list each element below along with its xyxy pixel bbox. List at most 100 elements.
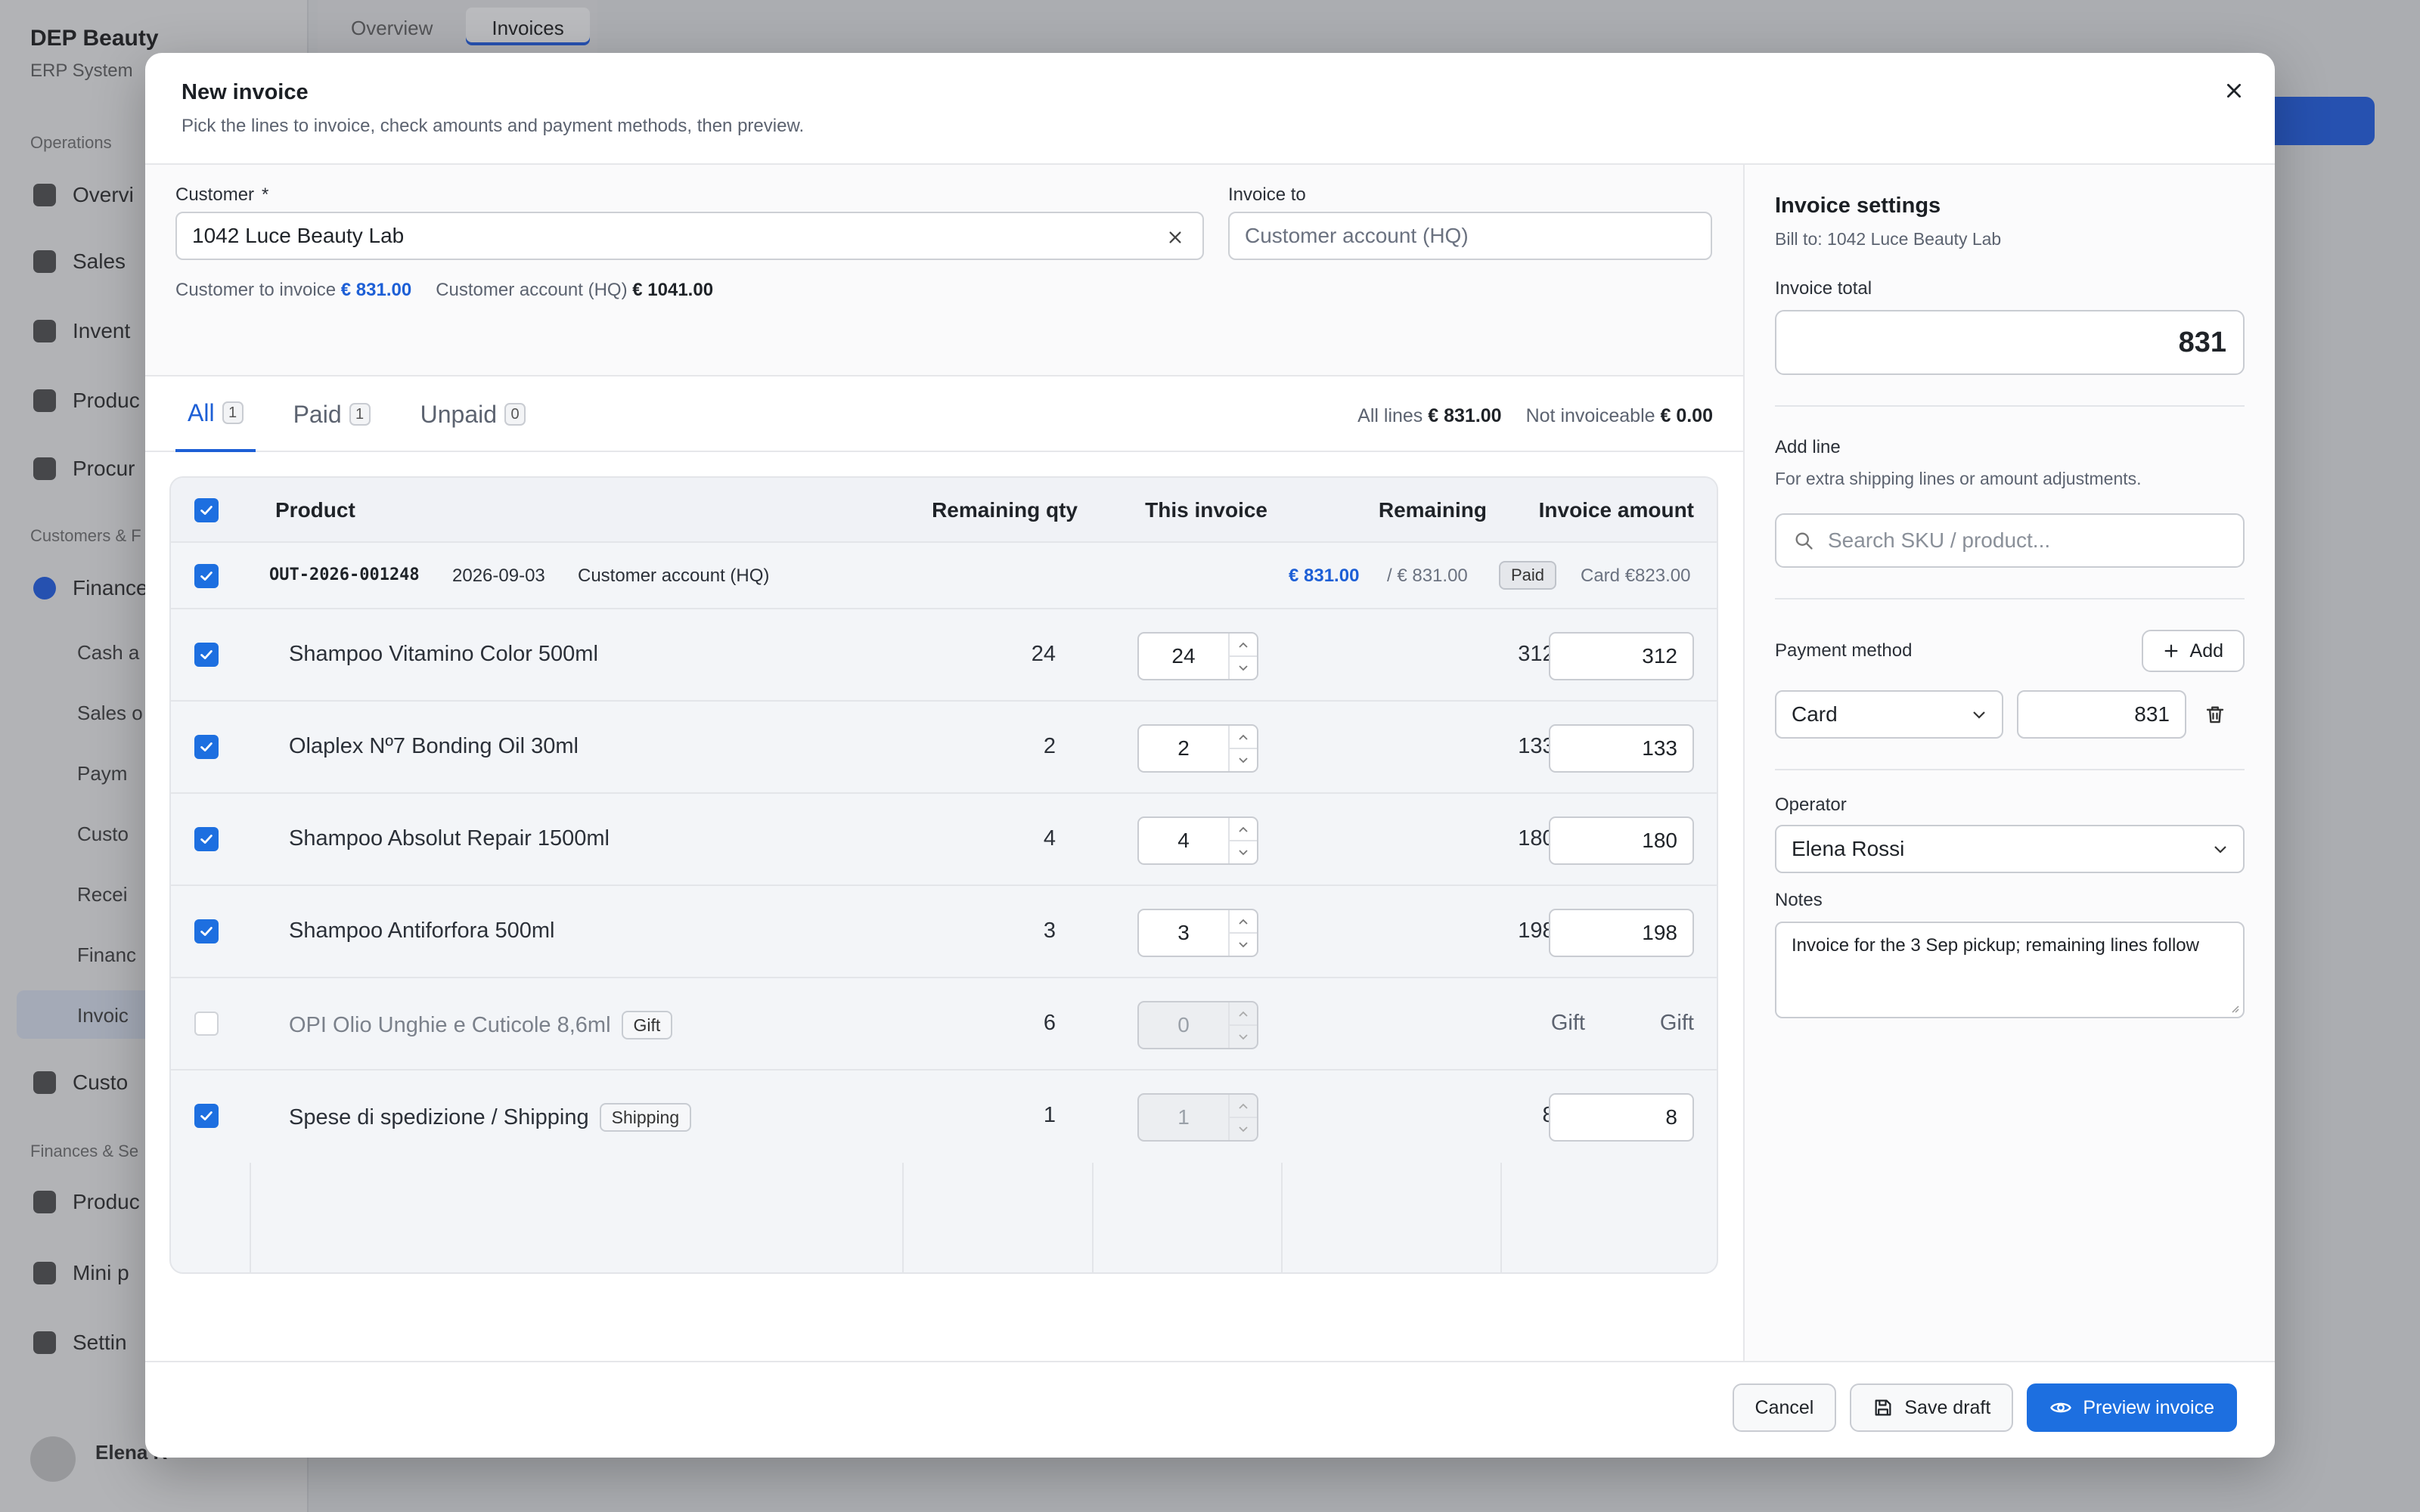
resize-grip-icon[interactable]	[2228, 1002, 2240, 1014]
product-name: Shampoo Absolut Repair 1500ml	[289, 826, 610, 851]
invoice-amount-input[interactable]: 8	[1549, 1093, 1694, 1142]
table-row: Shampoo Absolut Repair 1500ml 4 4 180.00…	[171, 794, 1717, 886]
lines-summary: All lines € 831.00 Not invoiceable € 0.0…	[1357, 405, 1713, 427]
order-number[interactable]: OUT-2026-001248	[269, 565, 420, 584]
customer-section: Customer * 1042 Luce Beauty Lab Invoice t…	[145, 165, 1743, 376]
divider	[1775, 405, 2245, 407]
status-badge: Paid	[1499, 561, 1557, 590]
product-label: Shampoo Vitamino Color 500ml	[289, 642, 598, 666]
save-draft-button[interactable]: Save draft	[1850, 1383, 2014, 1432]
chevron-down-icon	[2214, 846, 2226, 854]
all-lines-total: All lines € 831.00	[1357, 405, 1501, 427]
check-icon	[200, 742, 213, 751]
quantity-stepper[interactable]: 1	[1137, 1093, 1258, 1142]
payment-method-select[interactable]: Card	[1775, 690, 2003, 739]
balance-label: Customer to invoice	[175, 280, 337, 300]
chevron-down-icon[interactable]	[1230, 1117, 1257, 1140]
save-draft-label: Save draft	[1904, 1396, 1991, 1418]
chevron-down-icon	[1973, 711, 1985, 719]
tab-paid[interactable]: Paid 1	[281, 376, 383, 452]
chevron-down-icon[interactable]	[1230, 932, 1257, 956]
chevron-down-icon[interactable]	[1230, 655, 1257, 679]
remaining-qty: 6	[1043, 1011, 1056, 1035]
invoice-amount-input[interactable]: 312	[1549, 632, 1694, 680]
line-checkbox[interactable]	[194, 735, 219, 759]
chevron-down-icon[interactable]	[1230, 1024, 1257, 1048]
stepper-arrows	[1228, 1002, 1257, 1048]
invoice-to-label: Invoice to	[1228, 184, 1306, 205]
operator-value: Elena Rossi	[1792, 837, 1905, 860]
line-checkbox[interactable]	[194, 643, 219, 667]
order-invoice-amount: € 831.00	[1289, 565, 1360, 586]
product-search-input[interactable]: Search SKU / product...	[1775, 513, 2245, 568]
chevron-down-icon[interactable]	[1230, 840, 1257, 863]
check-icon	[200, 927, 213, 936]
quantity-value[interactable]: 24	[1139, 634, 1228, 679]
table-row: Olaplex Nº7 Bonding Oil 30ml 2 2 133.00 …	[171, 702, 1717, 794]
chevron-up-icon[interactable]	[1230, 726, 1257, 748]
customer-input[interactable]: 1042 Luce Beauty Lab	[175, 212, 1204, 260]
product-label: Shampoo Absolut Repair 1500ml	[289, 826, 610, 850]
quantity-value[interactable]: 1	[1139, 1095, 1228, 1140]
check-icon	[200, 572, 213, 581]
tab-all[interactable]: All 1	[175, 376, 256, 452]
customer-account-balance: Customer account (HQ) € 1041.00	[436, 280, 713, 301]
cancel-button[interactable]: Cancel	[1732, 1383, 1837, 1432]
chevron-up-icon[interactable]	[1230, 818, 1257, 840]
close-icon	[1169, 231, 1181, 243]
select-all-checkbox[interactable]	[194, 498, 219, 522]
payment-amount-input[interactable]: 831	[2017, 690, 2186, 739]
invoice-total-label: Invoice total	[1775, 278, 1872, 299]
quantity-stepper[interactable]: 24	[1137, 632, 1258, 680]
delete-payment-button[interactable]	[2200, 699, 2230, 730]
quantity-stepper[interactable]: 2	[1137, 724, 1258, 773]
invoice-amount-input[interactable]: 198	[1549, 909, 1694, 957]
invoice-to-input[interactable]: Customer account (HQ)	[1228, 212, 1712, 260]
line-checkbox[interactable]	[194, 1012, 219, 1036]
chevron-down-icon[interactable]	[1230, 748, 1257, 771]
tab-label: All	[188, 398, 215, 426]
tab-label: Unpaid	[420, 400, 498, 428]
chevron-up-icon[interactable]	[1230, 910, 1257, 932]
product-name: Olaplex Nº7 Bonding Oil 30ml	[289, 734, 579, 759]
preview-label: Preview invoice	[2083, 1396, 2214, 1418]
operator-label: Operator	[1775, 795, 1847, 815]
quantity-value[interactable]: 0	[1139, 1002, 1228, 1048]
operator-select[interactable]: Elena Rossi	[1775, 825, 2245, 873]
balance-amount: € 1041.00	[632, 280, 714, 300]
quantity-value[interactable]: 3	[1139, 910, 1228, 956]
line-checkbox[interactable]	[194, 827, 219, 851]
chevron-up-icon[interactable]	[1230, 1002, 1257, 1024]
invoice-settings-panel: Invoice settings Bill to: 1042 Luce Beau…	[1743, 165, 2275, 1361]
quantity-stepper[interactable]: 4	[1137, 816, 1258, 865]
stepper-arrows	[1228, 726, 1257, 771]
chevron-up-icon[interactable]	[1230, 634, 1257, 655]
quantity-stepper[interactable]: 0	[1137, 1001, 1258, 1049]
close-button[interactable]	[2214, 71, 2254, 110]
notes-textarea[interactable]: Invoice for the 3 Sep pickup; remaining …	[1775, 922, 2245, 1018]
chevron-up-icon[interactable]	[1230, 1095, 1257, 1117]
dialog-header: New invoice Pick the lines to invoice, c…	[145, 53, 2275, 165]
divider	[1775, 598, 2245, 600]
clear-customer-button[interactable]	[1162, 224, 1189, 251]
line-checkbox[interactable]	[194, 919, 219, 943]
line-checkbox[interactable]	[194, 1104, 219, 1128]
dialog-title: New invoice	[182, 80, 309, 104]
tab-list: All 1 Paid 1 Unpaid 0	[175, 376, 563, 452]
check-icon	[200, 506, 213, 515]
tab-unpaid[interactable]: Unpaid 0	[408, 376, 538, 452]
column-header-remaining: Remaining	[1378, 498, 1487, 522]
add-payment-button[interactable]: Add	[2141, 630, 2245, 672]
invoice-amount-input[interactable]: 180	[1549, 816, 1694, 865]
quantity-value[interactable]: 2	[1139, 726, 1228, 771]
order-checkbox[interactable]	[194, 564, 219, 588]
quantity-stepper[interactable]: 3	[1137, 909, 1258, 957]
preview-invoice-button[interactable]: Preview invoice	[2027, 1383, 2237, 1432]
table-row: Shampoo Antiforfora 500ml 3 3 198.00 198	[171, 886, 1717, 978]
summary-label: Not invoiceable	[1525, 405, 1655, 426]
quantity-value[interactable]: 4	[1139, 818, 1228, 863]
invoice-total-field[interactable]: 831	[1775, 310, 2245, 375]
invoice-amount-input[interactable]: 133	[1549, 724, 1694, 773]
stepper-arrows	[1228, 818, 1257, 863]
footer-actions: Cancel Save draft Preview invoice	[1732, 1383, 2237, 1432]
